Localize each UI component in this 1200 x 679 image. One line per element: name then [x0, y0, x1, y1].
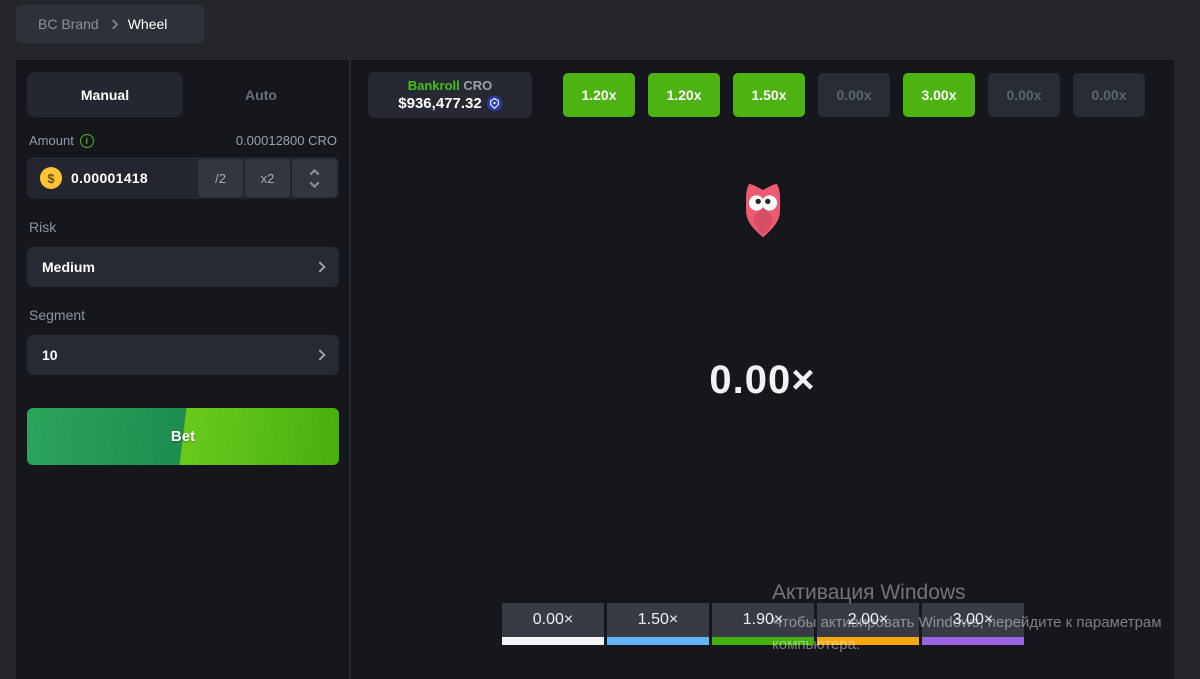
risk-value: Medium — [42, 259, 95, 275]
result-multiplier: 0.00× — [351, 358, 1174, 403]
bankroll-currency: CRO — [463, 78, 492, 93]
legend-color-bar — [817, 637, 919, 645]
chevron-right-icon — [314, 261, 325, 272]
legend-color-bar — [712, 637, 814, 645]
chevron-down-icon[interactable] — [310, 178, 320, 188]
history-multiplier[interactable]: 0.00x — [1073, 73, 1145, 117]
breadcrumb-page: Wheel — [128, 16, 168, 32]
amount-label-text: Amount — [29, 133, 74, 148]
history-multiplier[interactable]: 1.20x — [563, 73, 635, 117]
info-icon[interactable]: i — [80, 134, 94, 148]
bankroll-label: Bankroll — [408, 78, 460, 93]
watermark-title: Активация Windows — [772, 581, 1162, 605]
legend-color-bar — [502, 637, 604, 645]
tab-manual[interactable]: Manual — [27, 72, 183, 117]
breadcrumb[interactable]: BC Brand Wheel — [16, 5, 204, 43]
game-area: Bankroll CRO $936,477.32 1.20x 1.20x 1.5… — [351, 60, 1174, 679]
history-multiplier[interactable]: 0.00x — [818, 73, 890, 117]
amount-balance: 0.00012800 CRO — [236, 133, 337, 148]
risk-label: Risk — [29, 219, 337, 235]
history-multiplier[interactable]: 1.50x — [733, 73, 805, 117]
amount-stepper[interactable] — [292, 159, 337, 197]
legend-cell[interactable]: 1.50× — [607, 603, 709, 645]
amount-input-row: $ 0.00001418 /2 x2 — [27, 157, 339, 199]
segment-value: 10 — [42, 347, 58, 363]
legend-cell[interactable]: 3.00× — [922, 603, 1024, 645]
legend-value: 0.00× — [502, 603, 604, 637]
legend-value: 2.00× — [817, 603, 919, 637]
chevron-right-icon — [314, 349, 325, 360]
bet-mode-tabs: Manual Auto — [27, 72, 339, 117]
content-wrapper: Manual Auto Amount i 0.00012800 CRO $ 0.… — [16, 60, 1174, 679]
multiplier-legend: 0.00× 1.50× 1.90× 2.00× 3.00× — [502, 603, 1024, 645]
bankroll-value: $936,477.32 — [398, 95, 481, 112]
segment-label: Segment — [29, 307, 337, 323]
legend-cell[interactable]: 0.00× — [502, 603, 604, 645]
segment-select[interactable]: 10 — [27, 335, 339, 375]
coin-icon: $ — [40, 167, 62, 189]
tab-auto[interactable]: Auto — [183, 72, 339, 117]
amount-header: Amount i 0.00012800 CRO — [29, 133, 337, 148]
bet-panel: Manual Auto Amount i 0.00012800 CRO $ 0.… — [16, 60, 351, 679]
owl-mascot-icon — [741, 182, 785, 244]
amount-input[interactable]: $ 0.00001418 — [29, 159, 196, 197]
history-multiplier[interactable]: 0.00x — [988, 73, 1060, 117]
history-multiplier[interactable]: 1.20x — [648, 73, 720, 117]
cro-coin-icon — [487, 96, 502, 111]
chevron-up-icon[interactable] — [310, 168, 320, 178]
breadcrumb-brand[interactable]: BC Brand — [38, 16, 99, 32]
chevron-right-icon — [108, 20, 118, 30]
half-bet-button[interactable]: /2 — [198, 159, 243, 197]
amount-value[interactable]: 0.00001418 — [71, 170, 148, 186]
legend-cell[interactable]: 1.90× — [712, 603, 814, 645]
history-multiplier[interactable]: 3.00x — [903, 73, 975, 117]
multiplier-history: 1.20x 1.20x 1.50x 0.00x 3.00x 0.00x 0.00… — [563, 73, 1145, 117]
legend-color-bar — [922, 637, 1024, 645]
legend-color-bar — [607, 637, 709, 645]
risk-select[interactable]: Medium — [27, 247, 339, 287]
bankroll-header: Bankroll CRO — [408, 78, 493, 93]
amount-label: Amount i — [29, 133, 94, 148]
double-bet-button[interactable]: x2 — [245, 159, 290, 197]
legend-value: 1.50× — [607, 603, 709, 637]
bankroll-amount: $936,477.32 — [398, 95, 501, 112]
legend-value: 3.00× — [922, 603, 1024, 637]
bankroll-box: Bankroll CRO $936,477.32 — [368, 72, 532, 118]
bet-button[interactable]: Bet — [27, 408, 339, 465]
top-bar: BC Brand Wheel — [0, 0, 1200, 57]
legend-value: 1.90× — [712, 603, 814, 637]
legend-cell[interactable]: 2.00× — [817, 603, 919, 645]
